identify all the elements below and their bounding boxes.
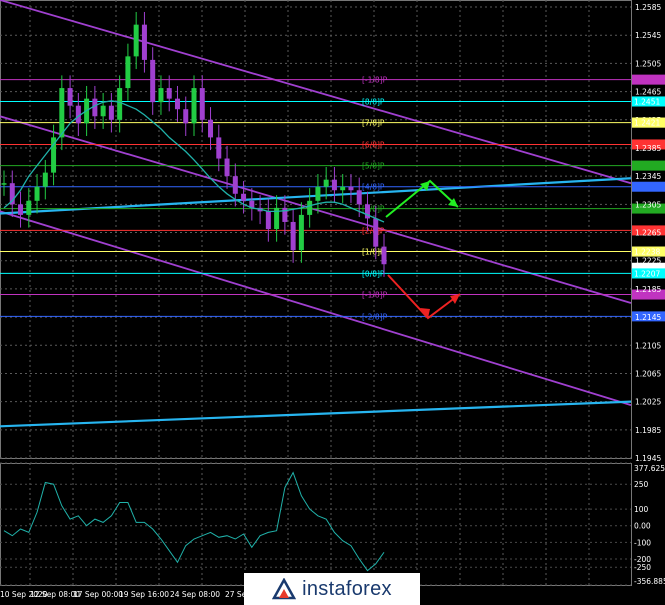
instaforex-logo-icon	[272, 578, 297, 600]
price-tag-label: 1.2207	[634, 269, 660, 278]
candle-body	[373, 218, 379, 247]
candle-body	[307, 200, 313, 215]
candle-body	[323, 179, 329, 187]
murrey-label: [-2/8]P	[362, 312, 388, 321]
candle-body	[117, 88, 123, 120]
candle-body	[191, 88, 197, 124]
murrey-label: [8/8]P	[362, 97, 385, 106]
murrey-label: [0/8]P	[362, 269, 385, 278]
candle-body	[331, 179, 337, 191]
osc-tick-label: 377.6254	[634, 464, 665, 473]
price-tick-label: 1.2025	[635, 398, 661, 407]
murrey-label: [5/8]P	[362, 162, 385, 171]
price-tag-label: 1.2451	[634, 97, 660, 106]
murrey-label: [-1/8]P	[362, 291, 388, 300]
candle-body	[59, 88, 65, 138]
price-tick-label: 1.2545	[635, 31, 661, 40]
candle-body	[265, 211, 271, 229]
murrey-price-tag	[632, 74, 665, 85]
candle-body	[100, 105, 106, 117]
price-tick-label: 1.2185	[635, 285, 661, 294]
price-tag-label: 1.2421	[634, 119, 660, 128]
candle-body	[208, 119, 214, 138]
price-chart[interactable]: [-1/8]P[8/8]P[7/8]P[6/8]P[5/8]P[4/8]P[3/…	[0, 0, 665, 605]
candle-body	[224, 158, 230, 177]
candle-body	[67, 88, 73, 106]
candle-body	[356, 190, 362, 205]
price-tick-label: 1.2585	[635, 3, 661, 12]
murrey-price-tag	[632, 181, 665, 192]
candle-body	[42, 172, 48, 187]
down-channel-lower	[0, 210, 632, 407]
osc-tick-label: 250	[634, 480, 649, 489]
candle-body	[381, 246, 387, 265]
price-tag-label: 1.2238	[634, 248, 660, 257]
candle-body	[18, 204, 24, 215]
price-tick-label: 1.2265	[635, 229, 661, 238]
candle-body	[298, 214, 304, 251]
price-tick-label: 1.2305	[635, 200, 661, 209]
instaforex-logo: instaforex	[244, 573, 420, 605]
murrey-label: [4/8]P	[362, 183, 385, 192]
candle-body	[183, 109, 189, 124]
murrey-label: [6/8]P	[362, 140, 385, 149]
candle-body	[199, 88, 205, 120]
murrey-label: [7/8]P	[362, 119, 385, 128]
candle-body	[150, 59, 156, 103]
candle-body	[241, 193, 247, 201]
price-tick-label: 1.1945	[635, 454, 661, 463]
candle-body	[174, 98, 180, 110]
candle-body	[348, 186, 354, 191]
candle-body	[232, 176, 238, 194]
price-tick-label: 1.2385	[635, 144, 661, 153]
osc-tick-label: -356.8855	[634, 577, 665, 586]
price-tick-label: 1.2145	[635, 313, 661, 322]
price-tick-label: 1.2105	[635, 341, 661, 350]
candle-body	[166, 88, 172, 99]
price-tick-label: 1.1985	[635, 426, 661, 435]
candle-body	[125, 56, 131, 89]
x-tick-label: 19 Sep 16:00	[119, 590, 169, 599]
main-panel-frame	[0, 0, 632, 459]
osc-tick-label: -250	[634, 563, 651, 572]
osc-tick-label: -100	[634, 538, 651, 547]
candle-body	[108, 105, 114, 120]
price-tick-label: 1.2505	[635, 59, 661, 68]
osc-tick-label: 100	[634, 505, 649, 514]
murrey-label: [-1/8]P	[362, 76, 388, 85]
price-tick-label: 1.2345	[635, 172, 661, 181]
candle-body	[1, 183, 7, 185]
forecast-arrow-down-head	[450, 294, 460, 304]
murrey-label: [1/8]P	[362, 248, 385, 257]
osc-tick-label: 0.00	[634, 522, 651, 531]
candle-body	[216, 137, 222, 159]
x-tick-label: 24 Sep 08:00	[170, 590, 220, 599]
x-tick-label: 17 Sep 00:00	[73, 590, 123, 599]
candle-body	[26, 200, 32, 215]
candle-body	[141, 24, 147, 60]
candle-body	[34, 186, 40, 201]
price-tick-label: 1.2065	[635, 369, 661, 378]
up-channel-lower	[0, 400, 632, 428]
candle-body	[315, 186, 321, 201]
murrey-price-tag	[632, 160, 665, 171]
trend-channels	[0, 0, 632, 428]
candle-body	[290, 221, 296, 251]
candle-body	[133, 24, 139, 57]
cci-oscillator-line	[3, 471, 385, 572]
logo-text: instaforex	[302, 577, 392, 600]
price-tick-label: 1.2465	[635, 88, 661, 97]
candle-body	[340, 186, 346, 191]
candle-body	[158, 88, 164, 103]
